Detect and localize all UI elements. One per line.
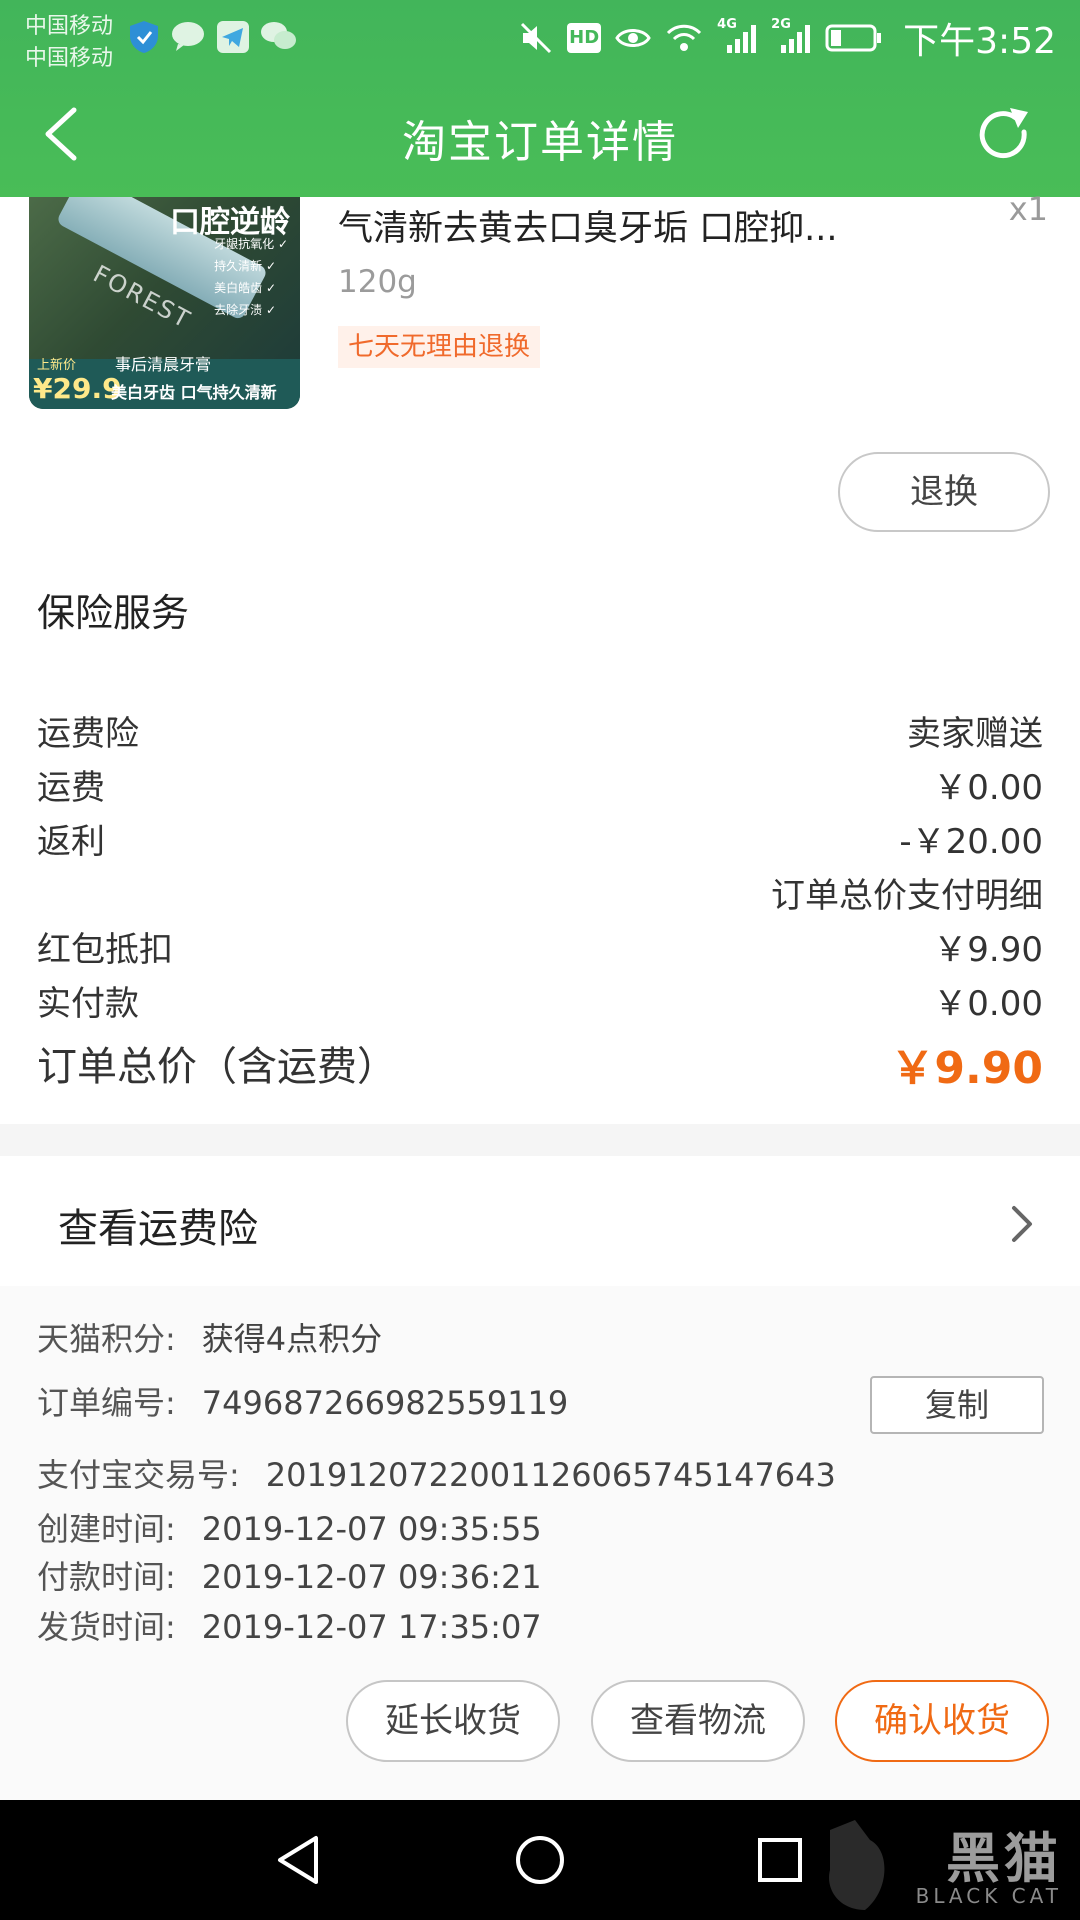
created-time-row: 创建时间: 2019-12-07 09:35:55 — [37, 1504, 542, 1550]
signal-4g-icon: 4G — [717, 17, 757, 55]
chevron-right-icon — [1012, 1206, 1032, 1242]
nav-home-icon[interactable] — [510, 1830, 570, 1890]
mute-icon — [521, 22, 552, 54]
red-packet-value: ￥9.90 — [933, 930, 1043, 970]
points-value: 获得4点积分 — [201, 1320, 383, 1358]
rebate-row: 返利 -￥20.00 — [37, 814, 1043, 862]
nav-back-icon[interactable] — [270, 1830, 330, 1890]
freight-label: 运费 — [37, 768, 105, 808]
page-title: 淘宝订单详情 — [402, 117, 678, 168]
product-image[interactable]: FOREST 口腔逆龄 牙龈抗氧化 ✓ 持久清新 ✓ 美白皓齿 ✓ 去除牙渍 ✓… — [29, 197, 300, 409]
payment-time-row: 付款时间: 2019-12-07 09:36:21 — [37, 1552, 542, 1598]
carrier-label-1: 中国移动 — [25, 14, 114, 39]
paid-amount-value: ￥0.00 — [933, 984, 1043, 1024]
alipay-number-key: 支付宝交易号: — [37, 1456, 240, 1494]
freight-insurance-row: 运费险 卖家赠送 — [37, 706, 1043, 754]
product-image-price-label: 上新价 — [37, 358, 77, 373]
freight-insurance-value: 卖家赠送 — [907, 714, 1043, 754]
feature-line: 持久清新 ✓ — [214, 259, 276, 273]
product-quantity: x1 — [1008, 190, 1048, 228]
red-packet-row: 红包抵扣 ￥9.90 — [37, 922, 1043, 970]
return-policy-badge: 七天无理由退换 — [338, 326, 541, 368]
payment-detail-link[interactable]: 订单总价支付明细 — [771, 868, 1043, 917]
carrier-label-2: 中国移动 — [25, 46, 114, 71]
feature-line: 牙龈抗氧化 ✓ — [214, 237, 288, 251]
product-image-slogan: 美白牙齿 口气持久清新 — [111, 383, 277, 402]
product-image-features: 牙龈抗氧化 ✓ 持久清新 ✓ 美白皓齿 ✓ 去除牙渍 ✓ — [214, 233, 288, 321]
shipping-time-row: 发货时间: 2019-12-07 17:35:07 — [37, 1602, 542, 1648]
shipping-time-value: 2019-12-07 17:35:07 — [201, 1608, 542, 1646]
created-time-value: 2019-12-07 09:35:55 — [201, 1510, 542, 1548]
wifi-icon — [667, 24, 702, 51]
freight-value: ￥0.00 — [933, 768, 1043, 808]
hd-icon: HD — [567, 23, 602, 53]
freight-insurance-label: 运费险 — [37, 714, 139, 754]
status-icons: HD 4G 2G 下午3:52 — [519, 14, 1056, 62]
insurance-section-title: 保险服务 — [37, 591, 190, 635]
status-time: 下午3:52 — [903, 21, 1056, 62]
exchange-button[interactable]: 退换 — [838, 452, 1050, 532]
order-number-value: 749687266982559119 — [201, 1384, 569, 1422]
watermark-subtext: BLACK CAT — [915, 1884, 1062, 1908]
shield-app-icon — [130, 21, 158, 53]
product-title[interactable]: 气清新去黄去口臭牙垢 口腔抑... — [338, 200, 838, 251]
order-total-row: 订单总价（含运费） ￥9.90 — [37, 1034, 1043, 1094]
extend-receipt-button[interactable]: 延长收货 — [346, 1680, 560, 1762]
confirm-receipt-button[interactable]: 确认收货 — [835, 1680, 1049, 1762]
freight-row: 运费 ￥0.00 — [37, 760, 1043, 808]
red-packet-label: 红包抵扣 — [37, 930, 173, 970]
payment-time-key: 付款时间: — [37, 1558, 176, 1596]
alipay-number-value: 2019120722001126065745147643 — [265, 1456, 836, 1494]
eye-icon — [615, 29, 651, 47]
copy-order-number-button[interactable]: 复制 — [870, 1376, 1044, 1434]
signal-2g-icon: 2G — [771, 17, 811, 55]
feature-line: 美白皓齿 ✓ — [214, 281, 276, 295]
system-nav-bar: 黑猫 BLACK CAT — [0, 1800, 1080, 1920]
order-total-label: 订单总价（含运费） — [37, 1044, 397, 1090]
feature-line: 去除牙渍 ✓ — [214, 303, 276, 317]
order-total-value: ￥9.90 — [890, 1043, 1043, 1094]
message-app-icon — [172, 22, 204, 51]
telegram-icon — [217, 21, 249, 53]
product-image-price: ¥29.9 — [33, 372, 122, 405]
shipping-time-key: 发货时间: — [37, 1608, 176, 1646]
view-freight-insurance-label: 查看运费险 — [58, 1206, 258, 1252]
app-header: 中国移动 中国移动 HD 4G 2G 下午3:52 淘宝订单详情 — [0, 0, 1080, 197]
wechat-icon — [261, 22, 296, 49]
payment-time-value: 2019-12-07 09:36:21 — [201, 1558, 542, 1596]
rebate-label: 返利 — [37, 822, 105, 862]
alipay-number-row: 支付宝交易号: 2019120722001126065745147643 — [37, 1450, 836, 1496]
refresh-icon[interactable] — [972, 104, 1036, 168]
product-spec: 120g — [338, 264, 417, 300]
section-divider — [0, 1124, 1080, 1156]
rebate-value: -￥20.00 — [899, 822, 1043, 862]
product-image-subtext: 事后清晨牙膏 — [115, 355, 212, 374]
payment-detail-row[interactable]: 订单总价支付明细 — [37, 868, 1043, 916]
order-number-row: 订单编号: 749687266982559119 — [37, 1378, 568, 1424]
points-key: 天猫积分: — [37, 1320, 176, 1358]
nav-recent-apps-icon[interactable] — [750, 1830, 810, 1890]
view-freight-insurance-row[interactable]: 查看运费险 — [0, 1156, 1080, 1286]
points-row: 天猫积分: 获得4点积分 — [37, 1314, 382, 1360]
created-time-key: 创建时间: — [37, 1510, 176, 1548]
view-logistics-button[interactable]: 查看物流 — [591, 1680, 805, 1762]
battery-icon — [825, 24, 882, 52]
paid-amount-row: 实付款 ￥0.00 — [37, 976, 1043, 1024]
paid-amount-label: 实付款 — [37, 984, 139, 1024]
watermark-text: 黑猫 — [946, 1827, 1062, 1890]
order-number-key: 订单编号: — [37, 1384, 176, 1422]
